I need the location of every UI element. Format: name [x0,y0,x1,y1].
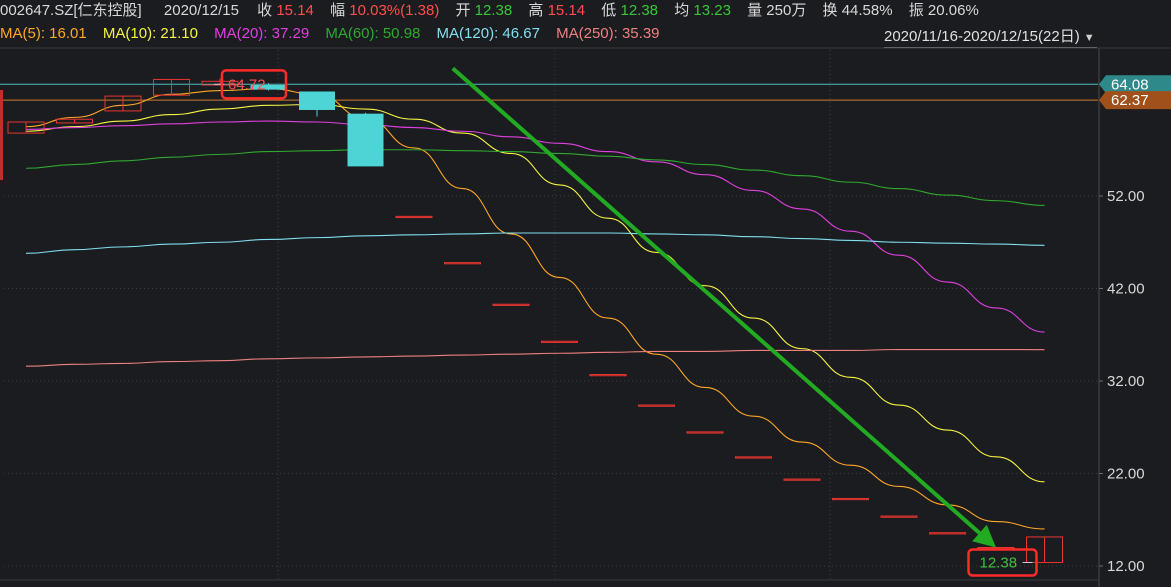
candle-body-up [589,374,627,377]
candle-body-up [880,515,918,518]
price-marker-label: 62.37 [1111,92,1149,109]
left-edge-marker [0,90,3,180]
high-annotation: 64.72 [228,76,266,93]
ma250-line [25,348,1045,367]
candle-body-up [395,215,433,219]
y-tick-label: 32.00 [1107,373,1145,390]
y-tick-label: 52.00 [1107,188,1145,205]
price-marker-label: 64.08 [1111,76,1149,93]
y-tick-label: 42.00 [1107,281,1145,298]
trend-arrow-shaft [451,66,981,535]
annotations: 64.72 12.38 [214,69,1038,577]
y-tick-label: 12.00 [1107,558,1145,575]
candlestick-chart: 52.00 42.00 32.00 22.00 12.00 64.0862.37 64.7… [0,47,1171,587]
candle-body-up [638,404,675,407]
candles [7,78,1063,563]
candle-body-up [832,497,869,501]
candle-body-up [783,478,821,481]
price-axis: 52.00 42.00 32.00 22.00 12.00 64.0862.37 [1099,75,1171,575]
candle-body-up [735,456,772,459]
ma10-line [25,103,1045,483]
candle-body-up [541,340,578,343]
candle-body-up [444,262,481,265]
chart-grid [0,47,1171,587]
ma-lines [25,88,1045,530]
ma60-line [25,149,1045,206]
ma5-line [25,88,1045,530]
low-annotation: 12.38 [980,554,1018,571]
candle-body-up [492,303,530,306]
candle-body-down [299,91,335,110]
candle-body-up [929,532,966,535]
candle-body-down [347,113,384,167]
trend-arrow [451,66,996,548]
ma120-line [25,232,1045,254]
candle-body-up [686,431,724,434]
y-tick-label: 22.00 [1107,466,1145,483]
